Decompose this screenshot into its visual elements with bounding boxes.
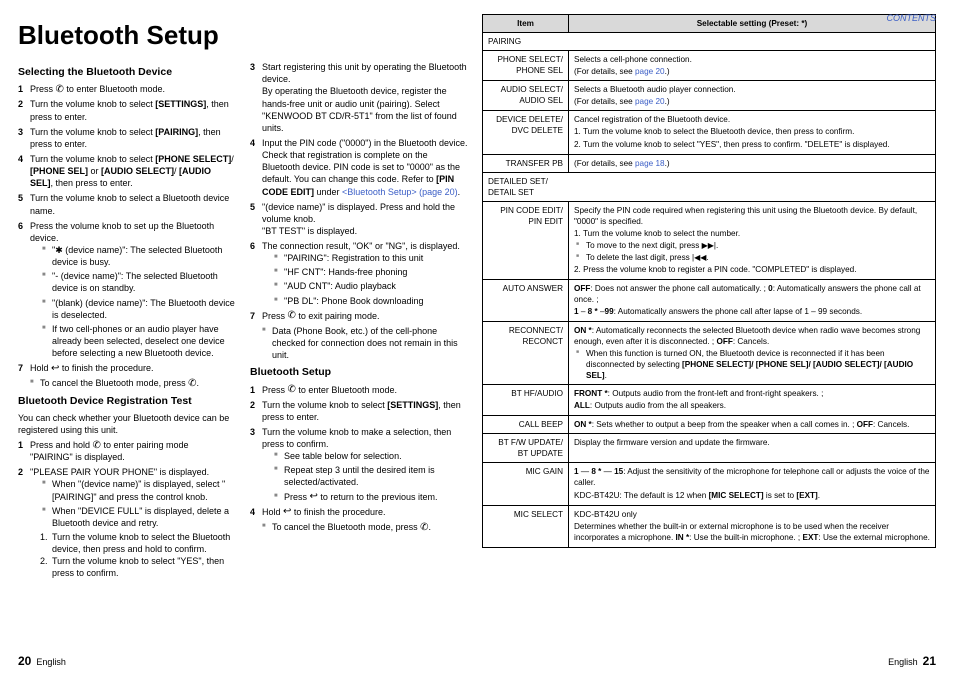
step: Input the PIN code ("0000") in the Bluet…	[250, 137, 468, 198]
step: Turn the volume knob to select [PAIRING]…	[18, 126, 236, 150]
table-row: BT HF/AUDIO FRONT *: Outputs audio from …	[483, 385, 936, 416]
footer-right: English 21	[888, 653, 936, 669]
page-number: 21	[923, 654, 936, 668]
skip-back-icon: |◀◀	[692, 253, 706, 262]
left-col1: Selecting the Bluetooth Device Press ✆ t…	[18, 61, 236, 582]
step: Press ✆ to enter Bluetooth mode.	[18, 83, 236, 95]
list-item: "PAIRING": Registration to this unit	[274, 252, 468, 264]
list-item: Repeat step 3 until the desired item is …	[274, 464, 468, 488]
step: Press and hold ✆ to enter pairing mode "…	[18, 439, 236, 463]
page-link[interactable]: page 20	[635, 97, 665, 106]
list-item: "PB DL": Phone Book downloading	[274, 295, 468, 307]
cross-ref-link[interactable]: <Bluetooth Setup> (page 20)	[342, 187, 458, 197]
step: Turn the volume knob to make a selection…	[250, 426, 468, 503]
step: Turn the volume knob to select [SETTINGS…	[18, 98, 236, 122]
step: "PLEASE PAIR YOUR PHONE" is displayed. W…	[18, 466, 236, 579]
list-item: "(blank) (device name)": The Bluetooth d…	[42, 297, 236, 321]
main-spread: Bluetooth Setup Selecting the Bluetooth …	[18, 14, 936, 669]
phone-icon: ✆	[288, 311, 296, 321]
right-page: Item Selectable setting (Preset: *) PAIR…	[482, 14, 936, 669]
list-item: To cancel the Bluetooth mode, press ✆.	[262, 521, 468, 533]
table-row: AUTO ANSWER OFF: Does not answer the pho…	[483, 279, 936, 321]
phone-icon: ✆	[420, 523, 428, 533]
page-link[interactable]: page 20	[635, 67, 665, 76]
table-row: MIC GAIN 1 — 8 * — 15: Adjust the sensit…	[483, 463, 936, 505]
step: Start registering this unit by operating…	[250, 61, 468, 134]
step: Press ✆ to enter Bluetooth mode.	[250, 384, 468, 396]
back-icon: ↩	[310, 492, 318, 502]
heading-select-device: Selecting the Bluetooth Device	[18, 65, 236, 79]
list-item: If two cell-phones or an audio player ha…	[42, 323, 236, 359]
page-link[interactable]: page 18	[635, 159, 665, 168]
table-row: TRANSFER PB (For details, see page 18.)	[483, 154, 936, 172]
table-row: AUDIO SELECT/ AUDIO SEL Selects a Blueto…	[483, 81, 936, 111]
step: The connection result, "OK" or "NG", is …	[250, 240, 468, 307]
step: Press ✆ to exit pairing mode.	[250, 310, 468, 322]
table-row: PIN CODE EDIT/ PIN EDIT Specify the PIN …	[483, 201, 936, 279]
list-item: "AUD CNT": Audio playback	[274, 280, 468, 292]
table-row: CALL BEEP ON *: Sets whether to output a…	[483, 416, 936, 434]
list-item: Press ↩ to return to the previous item.	[274, 491, 468, 503]
intro-text: You can check whether your Bluetooth dev…	[18, 412, 236, 436]
step: Hold ↩ to finish the procedure.	[18, 362, 236, 374]
step: Press the volume knob to set up the Blue…	[18, 220, 236, 360]
settings-table: Item Selectable setting (Preset: *) PAIR…	[482, 14, 936, 548]
page-title: Bluetooth Setup	[18, 18, 468, 53]
list-item: When "DEVICE FULL" is displayed, delete …	[42, 505, 236, 529]
th-setting: Selectable setting (Preset: *)	[569, 15, 936, 33]
table-section: DETAILED SET/ DETAIL SET	[483, 172, 936, 201]
phone-icon: ✆	[56, 85, 64, 95]
left-page: Bluetooth Setup Selecting the Bluetooth …	[18, 14, 468, 669]
list-item: "✱ (device name)": The selected Bluetoot…	[42, 244, 236, 268]
contents-link[interactable]: CONTENTS	[887, 12, 937, 24]
sub-step: Turn the volume knob to select "YES", th…	[40, 555, 236, 579]
phone-icon: ✆	[288, 385, 296, 395]
page-number: 20	[18, 654, 31, 668]
list-item: To cancel the Bluetooth mode, press ✆.	[30, 377, 236, 389]
list-item: Data (Phone Book, etc.) of the cell-phon…	[262, 325, 468, 361]
phone-icon: ✆	[188, 379, 196, 389]
heading-registration-test: Bluetooth Device Registration Test	[18, 394, 236, 408]
phone-icon: ✆	[93, 441, 101, 451]
step: Turn the volume knob to select [SETTINGS…	[250, 399, 468, 423]
step: "(device name)" is displayed. Press and …	[250, 201, 468, 237]
skip-fwd-icon: ▶▶|	[702, 241, 716, 250]
table-row: MIC SELECT KDC-BT42U only Determines whe…	[483, 505, 936, 547]
list-item: See table below for selection.	[274, 450, 468, 462]
sub-step: Turn the volume knob to select the Bluet…	[40, 531, 236, 555]
table-row: PHONE SELECT/ PHONE SEL Selects a cell-p…	[483, 51, 936, 81]
left-col2: Start registering this unit by operating…	[250, 61, 468, 582]
table-row: RECONNECT/ RECONCT ON *: Automatically r…	[483, 321, 936, 384]
heading-bluetooth-setup: Bluetooth Setup	[250, 365, 468, 379]
footer-left: 20 English	[18, 653, 66, 669]
step: Turn the volume knob to select a Bluetoo…	[18, 192, 236, 216]
step: Hold ↩ to finish the procedure.	[250, 506, 468, 518]
step: Turn the volume knob to select [PHONE SE…	[18, 153, 236, 189]
table-section: PAIRING	[483, 33, 936, 51]
table-row: DEVICE DELETE/ DVC DELETE Cancel registr…	[483, 111, 936, 154]
table-row: BT F/W UPDATE/ BT UPDATE Display the fir…	[483, 434, 936, 463]
list-item: "- (device name)": The selected Bluetoot…	[42, 270, 236, 294]
list-item: "HF CNT": Hands-free phoning	[274, 266, 468, 278]
list-item: When "(device name)" is displayed, selec…	[42, 478, 236, 502]
th-item: Item	[483, 15, 569, 33]
